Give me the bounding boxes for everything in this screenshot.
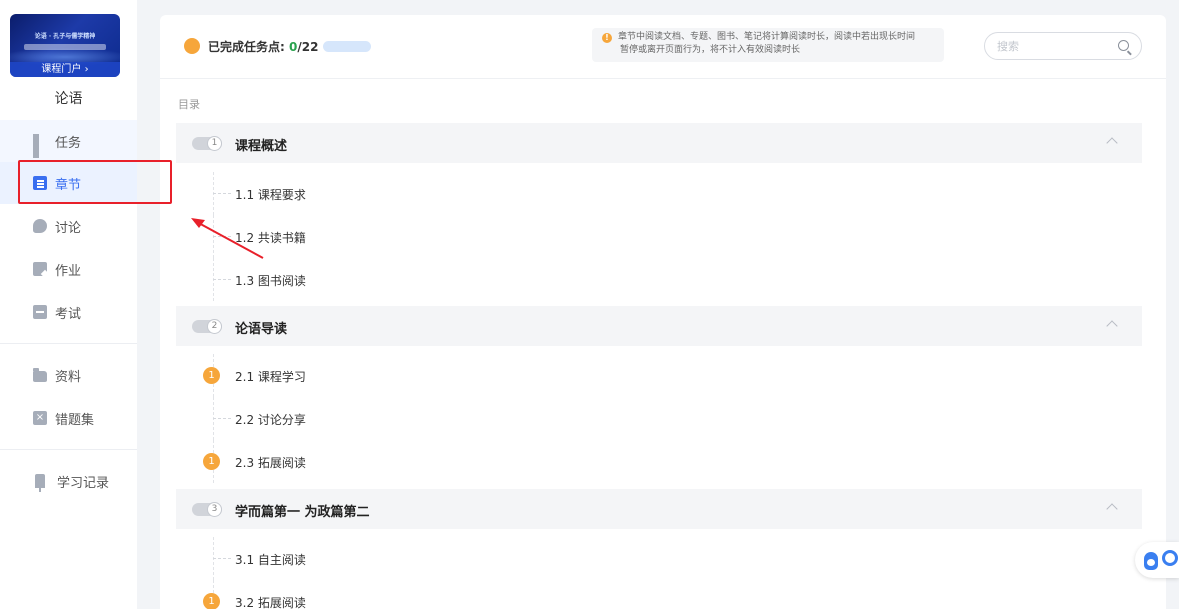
- sidebar-item-label: 资料: [55, 369, 82, 385]
- sidebar-item-label: 任务: [55, 135, 82, 151]
- progress-status-dot: [184, 38, 200, 54]
- tree-branch: [213, 193, 231, 194]
- discussion-icon: [33, 219, 47, 233]
- chapter-toggle[interactable]: 3: [192, 502, 222, 517]
- chapter-item-label[interactable]: 3.2 拓展阅读: [235, 594, 306, 609]
- grid-icon: [33, 134, 47, 158]
- reading-time-notice: ! 章节中阅读文档、专题、图书、笔记将计算阅读时长，阅读中若出现长时间 暂停或离…: [592, 28, 944, 62]
- toc-title: 目录: [178, 98, 200, 111]
- wrong-questions-icon: ×: [33, 411, 47, 425]
- cover-subtitle-bar: [24, 44, 106, 50]
- chapter-item[interactable]: 1 2.3 拓展阅读: [176, 440, 1142, 483]
- sidebar-item-label: 讨论: [55, 220, 82, 236]
- sidebar-item-exam[interactable]: 考试: [0, 291, 137, 333]
- chapter-item[interactable]: 3.1 自主阅读: [176, 537, 1142, 580]
- tree-branch: [213, 418, 231, 419]
- chevron-up-icon[interactable]: [1106, 320, 1118, 332]
- chapter-item-label[interactable]: 1.1 课程要求: [235, 186, 306, 203]
- sidebar-item-label: 学习记录: [57, 475, 110, 491]
- chevron-up-icon[interactable]: [1106, 137, 1118, 149]
- chapter-item[interactable]: 1 2.1 课程学习: [176, 354, 1142, 397]
- course-cover[interactable]: 论语 · 孔子与儒学精神 课程门户 ›: [10, 14, 120, 77]
- pending-task-badge: 1: [203, 593, 220, 609]
- sidebar-item-discussion[interactable]: 讨论: [0, 205, 137, 247]
- sidebar-item-study-record[interactable]: 学习记录: [0, 460, 137, 502]
- folder-icon: [33, 368, 47, 382]
- floating-assistant-widget[interactable]: [1135, 542, 1179, 578]
- chapter-item[interactable]: 1.3 图书阅读: [176, 258, 1142, 301]
- sidebar-item-homework[interactable]: 作业: [0, 248, 137, 290]
- tree-branch: [213, 279, 231, 280]
- chapter-title: 课程概述: [235, 139, 288, 154]
- progress-bar-header: 已完成任务点: 0/22 ! 章节中阅读文档、专题、图书、笔记将计算阅读时长，阅…: [160, 15, 1166, 79]
- chapter-item[interactable]: 1.2 共读书籍: [176, 215, 1142, 258]
- chapter-item[interactable]: 1 3.2 拓展阅读: [176, 580, 1142, 609]
- sidebar-item-materials[interactable]: 资料: [0, 354, 137, 396]
- exam-icon: [33, 305, 47, 319]
- chapter-number: 1: [207, 136, 222, 151]
- progress-bar: [323, 41, 371, 52]
- sidebar-divider: [0, 449, 137, 450]
- sidebar: 论语 · 孔子与儒学精神 课程门户 › 论语 任务 章节 讨论 作业 考试 资料…: [0, 0, 137, 609]
- chapter-item-label[interactable]: 3.1 自主阅读: [235, 551, 306, 568]
- chapter-number: 2: [207, 319, 222, 334]
- notice-line-1: 章节中阅读文档、专题、图书、笔记将计算阅读时长，阅读中若出现长时间: [618, 32, 916, 42]
- highlight-annotation-box: [18, 160, 172, 204]
- progress-label-text: 已完成任务点:: [208, 40, 289, 54]
- chapter-number: 3: [207, 502, 222, 517]
- progress-total-count: /22: [297, 40, 319, 54]
- study-record-icon: [35, 474, 45, 492]
- chapter-item-label[interactable]: 2.1 课程学习: [235, 368, 306, 385]
- help-icon[interactable]: [1162, 550, 1178, 566]
- cover-title: 论语 · 孔子与儒学精神: [34, 33, 96, 40]
- sidebar-item-wrong-questions[interactable]: × 错题集: [0, 397, 137, 439]
- chapter-panel: 已完成任务点: 0/22 ! 章节中阅读文档、专题、图书、笔记将计算阅读时长，阅…: [160, 15, 1166, 609]
- sidebar-item-label: 作业: [55, 263, 82, 279]
- pending-task-badge: 1: [203, 367, 220, 384]
- progress-label: 已完成任务点: 0/22: [208, 38, 318, 55]
- notice-line-2: 暂停或离开页面行为，将不计入有效阅读时长: [620, 45, 801, 55]
- sidebar-divider: [0, 343, 137, 344]
- chapter-item-label[interactable]: 2.3 拓展阅读: [235, 454, 306, 471]
- chapter-item-label[interactable]: 2.2 讨论分享: [235, 411, 306, 428]
- chapter-item-label[interactable]: 1.3 图书阅读: [235, 272, 306, 289]
- chapter-item[interactable]: 1.1 课程要求: [176, 172, 1142, 215]
- chapter-toggle[interactable]: 2: [192, 319, 222, 334]
- warning-icon: !: [602, 33, 612, 43]
- search-icon[interactable]: [1118, 40, 1129, 51]
- annotation-arrow-icon: [191, 218, 264, 259]
- pending-task-badge: 1: [203, 453, 220, 470]
- course-portal-button[interactable]: 课程门户 ›: [10, 62, 120, 77]
- chapter-item[interactable]: 2.2 讨论分享: [176, 397, 1142, 440]
- search-box[interactable]: [984, 32, 1142, 60]
- homework-icon: [33, 262, 47, 276]
- chapter-section-header[interactable]: 1 课程概述: [176, 123, 1142, 163]
- chapter-title: 学而篇第一 为政篇第二: [235, 505, 370, 520]
- chapter-section-header[interactable]: 3 学而篇第一 为政篇第二: [176, 489, 1142, 529]
- chapter-toggle[interactable]: 1: [192, 136, 222, 151]
- tree-branch: [213, 558, 231, 559]
- chapter-section-header[interactable]: 2 论语导读: [176, 306, 1142, 346]
- search-input[interactable]: [997, 37, 1107, 55]
- chevron-up-icon[interactable]: [1106, 503, 1118, 515]
- sidebar-item-tasks[interactable]: 任务: [0, 120, 137, 162]
- assistant-avatar-icon[interactable]: [1144, 552, 1158, 570]
- course-name: 论语: [54, 91, 83, 107]
- chapter-title: 论语导读: [235, 322, 288, 337]
- sidebar-item-label: 考试: [55, 306, 82, 322]
- sidebar-item-label: 错题集: [55, 412, 95, 428]
